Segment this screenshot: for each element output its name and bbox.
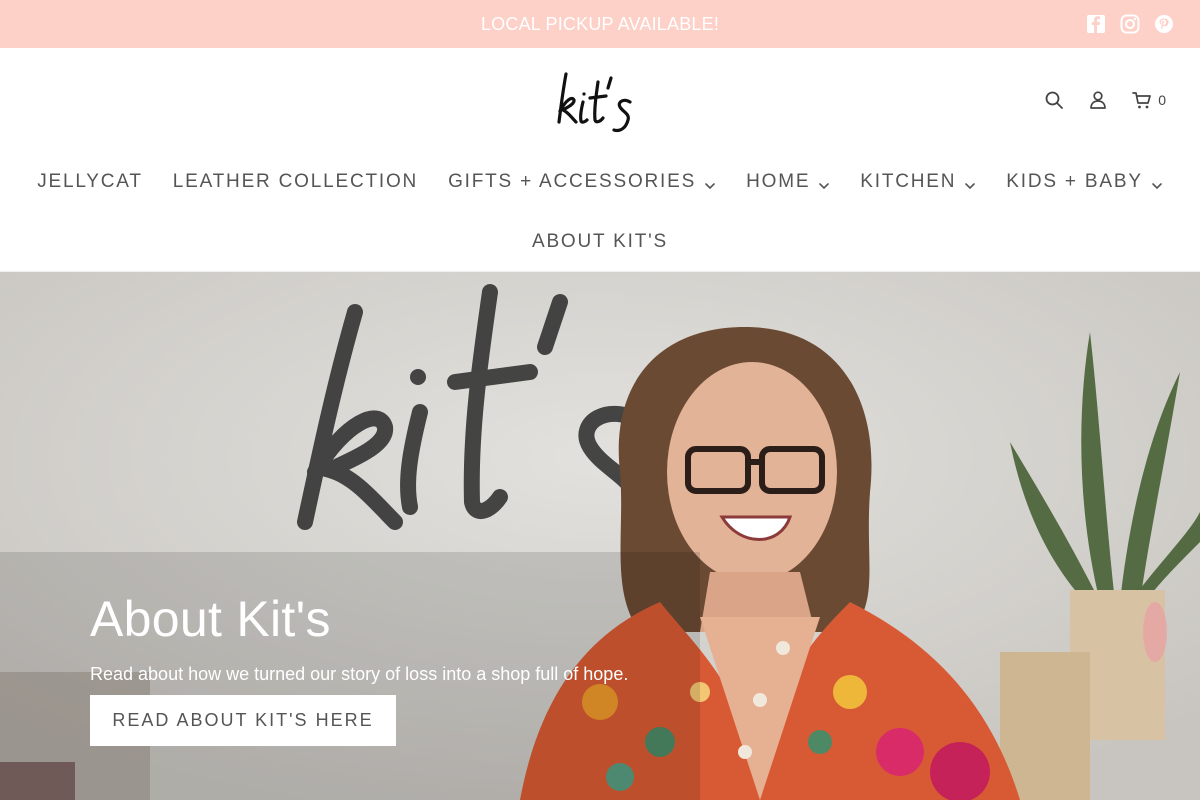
main-nav: JELLYCAT LEATHER COLLECTION GIFTS + ACCE… <box>0 168 1200 196</box>
chevron-down-icon <box>1151 176 1163 190</box>
announcement-text: LOCAL PICKUP AVAILABLE! <box>480 14 720 34</box>
instagram-icon[interactable] <box>1120 14 1140 34</box>
nav-item-kids-baby[interactable]: KIDS + BABY <box>1006 171 1163 193</box>
announcement-bar: LOCAL PICKUP AVAILABLE! <box>0 0 1200 48</box>
nav-label: GIFTS + ACCESSORIES <box>448 171 697 192</box>
cart-count[interactable]: 0 <box>1158 92 1166 108</box>
nav-label: ABOUT KIT'S <box>531 231 669 252</box>
facebook-icon[interactable] <box>1086 14 1106 34</box>
hero-subtitle: Read about how we turned our story of lo… <box>90 664 629 684</box>
nav-item-jellycat[interactable]: JELLYCAT <box>37 171 143 193</box>
nav-item-leather-collection[interactable]: LEATHER COLLECTION <box>173 171 418 193</box>
read-about-button[interactable]: READ ABOUT KIT'S HERE <box>90 695 396 746</box>
nav-label: KIDS + BABY <box>1006 171 1143 192</box>
nav-label: HOME <box>746 171 811 192</box>
chevron-down-icon <box>704 176 716 190</box>
site-header: 0 JELLYCAT LEATHER COLLECTION GIFTS + AC… <box>0 48 1200 272</box>
nav-item-about-kits[interactable]: ABOUT KIT'S <box>532 231 668 253</box>
nav-item-home[interactable]: HOME <box>746 171 830 193</box>
site-logo[interactable] <box>550 66 650 136</box>
account-icon[interactable] <box>1088 90 1108 110</box>
hero-title: About Kit's <box>90 591 331 647</box>
social-links <box>1086 14 1174 34</box>
chevron-down-icon <box>964 176 976 190</box>
hero-banner: About Kit's Read about how we turned our… <box>0 272 1200 800</box>
cart-icon[interactable] <box>1132 90 1152 110</box>
main-nav-row-2: ABOUT KIT'S <box>0 228 1200 256</box>
nav-label: LEATHER COLLECTION <box>172 171 419 192</box>
nav-label: JELLYCAT <box>37 171 143 192</box>
chevron-down-icon <box>818 176 830 190</box>
nav-item-gifts-accessories[interactable]: GIFTS + ACCESSORIES <box>448 171 716 193</box>
search-icon[interactable] <box>1044 90 1064 110</box>
pinterest-icon[interactable] <box>1154 14 1174 34</box>
header-icons: 0 <box>1020 90 1166 110</box>
nav-label: KITCHEN <box>860 171 957 192</box>
nav-item-kitchen[interactable]: KITCHEN <box>860 171 976 193</box>
